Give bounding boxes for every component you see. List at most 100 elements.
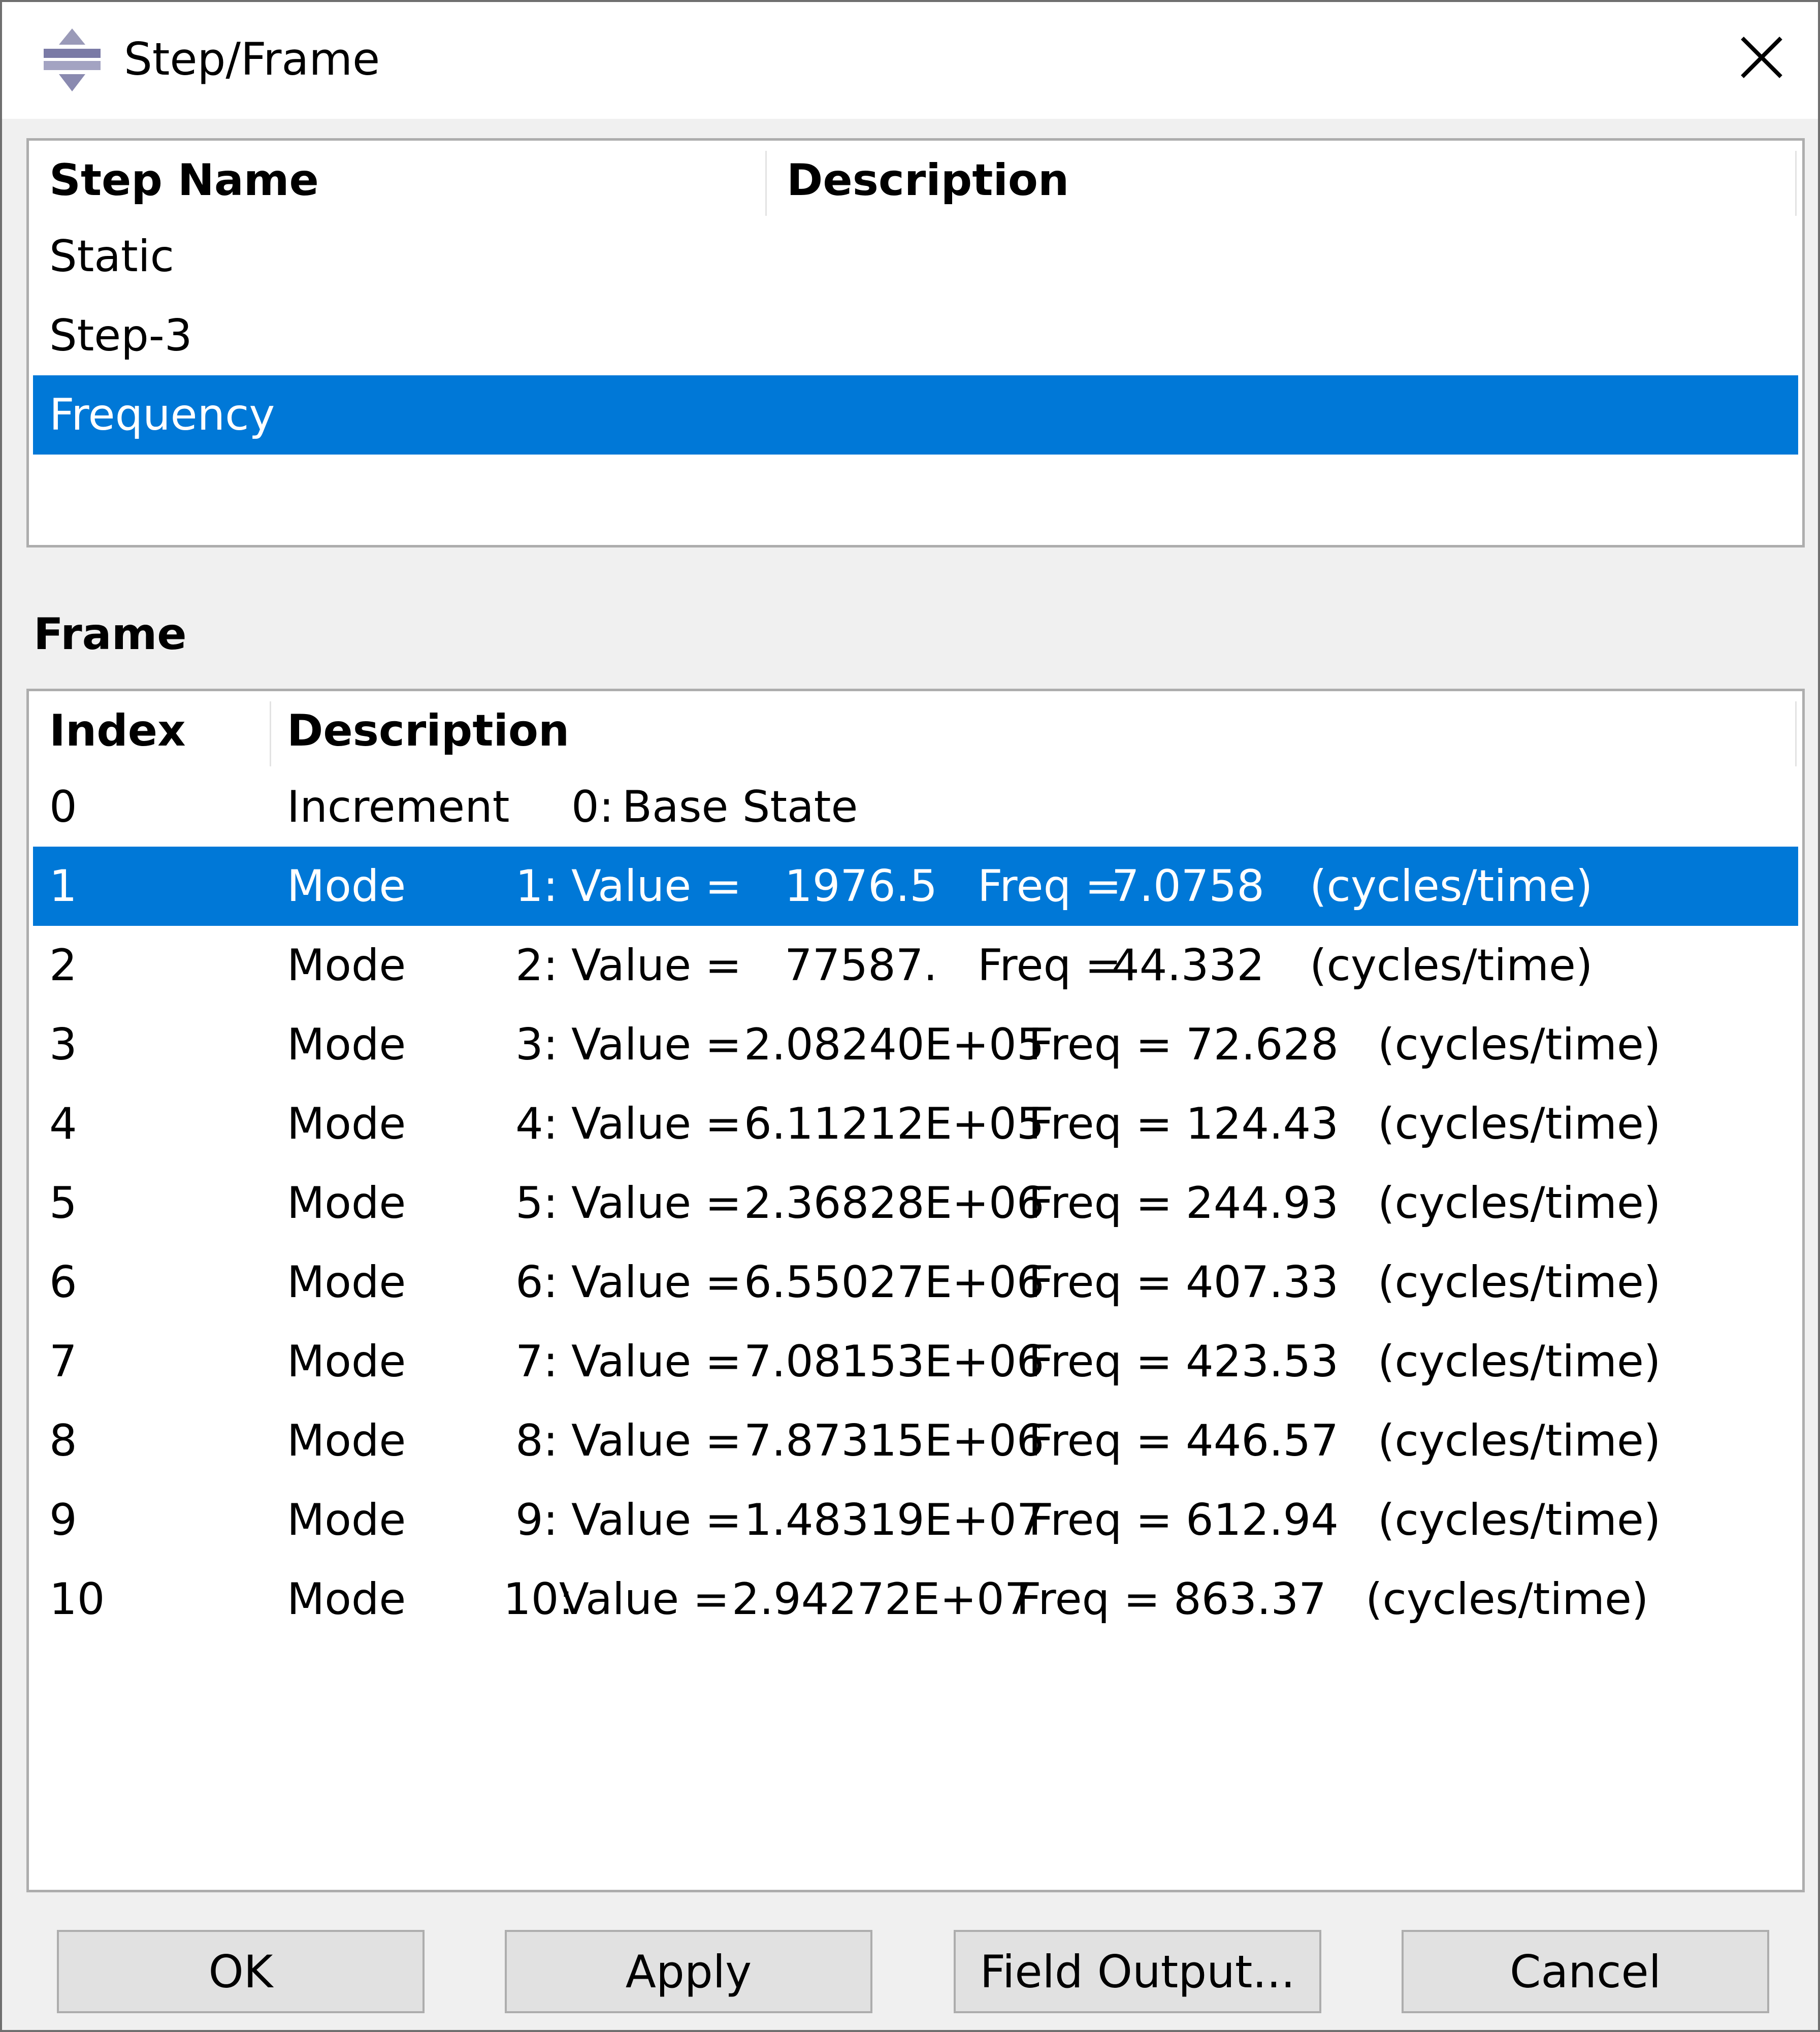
- frame-value-label: Value =: [559, 1574, 730, 1625]
- frame-freq-label: Freq =: [1016, 1574, 1160, 1625]
- frame-frequency: 612.94: [1186, 1495, 1339, 1545]
- frame-freq-label: Freq =: [1028, 1336, 1173, 1387]
- header-frame-description[interactable]: Description: [287, 705, 569, 756]
- frame-value-label: Value =: [571, 861, 742, 912]
- close-icon: [1741, 37, 1782, 78]
- frame-freq-label: Freq =: [978, 861, 1122, 912]
- frame-index: 8: [49, 1415, 77, 1466]
- frame-kind: Mode: [287, 1574, 406, 1625]
- frame-unit: (cycles/time): [1378, 1336, 1661, 1387]
- frame-eigenvalue: 6.55027E+06: [744, 1257, 1045, 1308]
- frame-mode-number: 5:: [515, 1178, 558, 1229]
- column-separator[interactable]: [1795, 701, 1797, 766]
- frame-mode-number: 6:: [515, 1257, 558, 1308]
- frame-eigenvalue: 7.08153E+06: [744, 1336, 1045, 1387]
- frame-eigenvalue: 1.48319E+07: [744, 1495, 1045, 1545]
- frame-row[interactable]: 2 Mode 2: Value = 77587. Freq = 44.332 (cycles/…: [33, 926, 1798, 1005]
- frame-unit: (cycles/time): [1378, 1415, 1661, 1466]
- frame-section-label: Frame: [34, 609, 187, 660]
- frame-row[interactable]: 9 Mode 9: Value = 1.48319E+07 Freq = 612.94 (cy…: [33, 1480, 1798, 1560]
- frame-mode-number: 2:: [515, 940, 558, 991]
- frame-unit: (cycles/time): [1378, 1495, 1661, 1545]
- frame-eigenvalue: 2.94272E+07: [732, 1574, 1032, 1625]
- frame-row[interactable]: 10 Mode 10: Value = 2.94272E+07 Freq = 863.37(…: [33, 1560, 1798, 1639]
- frame-eigenvalue: 77587.: [785, 940, 937, 991]
- frame-value-label: Value =: [571, 1099, 742, 1149]
- frame-unit: (cycles/time): [1310, 861, 1593, 912]
- frame-row[interactable]: 5 Mode 5: Value = 2.36828E+06 Freq = 244.93 (cy…: [33, 1164, 1798, 1243]
- frame-number: 0:: [571, 782, 614, 832]
- frame-value-label: Value =: [571, 1495, 742, 1545]
- step-name: Frequency: [49, 390, 275, 440]
- step-name: Step-3: [49, 310, 192, 361]
- frame-frequency: 124.43: [1186, 1099, 1339, 1149]
- frame-mode-number: 8:: [515, 1415, 558, 1466]
- step-list[interactable]: Step Name Description Static Step-3 Freque…: [26, 138, 1805, 547]
- close-button[interactable]: [1724, 24, 1800, 90]
- header-step-description[interactable]: Description: [787, 155, 1069, 206]
- frame-kind: Mode: [287, 1495, 406, 1545]
- frame-kind: Mode: [287, 861, 406, 912]
- header-step-name[interactable]: Step Name: [49, 155, 319, 206]
- column-separator[interactable]: [765, 151, 767, 216]
- frame-row[interactable]: 0 Increment 0: Base State: [33, 767, 1798, 847]
- frame-value-label: Value =: [571, 1336, 742, 1387]
- step-name: Static: [49, 231, 174, 282]
- field-output-button[interactable]: Field Output...: [954, 1930, 1321, 2013]
- frame-index: 1: [49, 861, 77, 912]
- frame-freq-label: Freq =: [1028, 1178, 1173, 1229]
- frame-eigenvalue: 2.36828E+06: [744, 1178, 1045, 1229]
- frame-value-label: Value =: [571, 1415, 742, 1466]
- frame-freq-label: Freq =: [1028, 1415, 1173, 1466]
- frame-kind: Increment: [287, 782, 510, 832]
- frame-value-label: Value =: [571, 1178, 742, 1229]
- column-separator[interactable]: [1795, 151, 1797, 216]
- frame-index: 10: [49, 1574, 105, 1625]
- cancel-button[interactable]: Cancel: [1402, 1930, 1769, 2013]
- frame-unit: (cycles/time): [1378, 1019, 1661, 1070]
- frame-row[interactable]: 4 Mode 4: Value = 6.11212E+05 Freq = 124.43 (cy…: [33, 1084, 1798, 1164]
- frame-freq-label: Freq =: [1028, 1495, 1173, 1545]
- frame-mode-number: 7:: [515, 1336, 558, 1387]
- frame-index: 0: [49, 782, 77, 832]
- frame-row[interactable]: 6 Mode 6: Value = 6.55027E+06 Freq = 407.33 (cy…: [33, 1243, 1798, 1322]
- frame-index: 5: [49, 1178, 77, 1229]
- ok-button[interactable]: OK: [57, 1930, 425, 2013]
- step-list-header: Step Name Description: [29, 141, 1802, 217]
- frame-row[interactable]: 7 Mode 7: Value = 7.08153E+06 Freq = 423.53 (cy…: [33, 1322, 1798, 1401]
- column-separator[interactable]: [270, 701, 271, 766]
- frame-index: 3: [49, 1019, 77, 1070]
- frame-mode-number: 1:: [515, 861, 558, 912]
- frame-mode-number: 3:: [515, 1019, 558, 1070]
- frame-frequency: 423.53: [1186, 1336, 1339, 1387]
- frame-kind: Mode: [287, 1336, 406, 1387]
- frame-freq-label: Freq =: [1028, 1019, 1173, 1070]
- frame-unit: (cycles/time): [1366, 1574, 1649, 1625]
- frame-list[interactable]: Index Description 0 Increment 0: Base State…: [26, 689, 1805, 1892]
- frame-freq-label: Freq =: [978, 940, 1122, 991]
- frame-row[interactable]: 3 Mode 3: Value = 2.08240E+05 Freq = 72.628 (cy…: [33, 1005, 1798, 1084]
- step-row-frequency[interactable]: Frequency: [33, 375, 1798, 455]
- window-title: Step/Frame: [124, 33, 380, 85]
- frame-eigenvalue: 1976.5: [785, 861, 937, 912]
- apply-button[interactable]: Apply: [505, 1930, 872, 2013]
- step-row-static[interactable]: Static: [33, 217, 1798, 296]
- frame-index: 4: [49, 1099, 77, 1149]
- frame-eigenvalue: 2.08240E+05: [744, 1019, 1045, 1070]
- frame-mode-number: 4:: [515, 1099, 558, 1149]
- frame-mode-number: 9:: [515, 1495, 558, 1545]
- frame-kind: Mode: [287, 1099, 406, 1149]
- frame-row[interactable]: 1 Mode 1: Value = 1976.5 Freq = 7.0758 (cycles/…: [33, 847, 1798, 926]
- step-row-step-3[interactable]: Step-3: [33, 296, 1798, 375]
- frame-frequency: 407.33: [1186, 1257, 1339, 1308]
- header-index[interactable]: Index: [49, 705, 186, 756]
- frame-index: 9: [49, 1495, 77, 1545]
- frame-frequency: 7.0758: [1112, 861, 1264, 912]
- frame-index: 6: [49, 1257, 77, 1308]
- frame-row[interactable]: 8 Mode 8: Value = 7.87315E+06 Freq = 446.57 (cy…: [33, 1401, 1798, 1480]
- step-frame-dialog: Step/Frame Step Name Description Static S…: [0, 0, 1820, 2032]
- frame-unit: (cycles/time): [1378, 1257, 1661, 1308]
- frame-list-header: Index Description: [29, 691, 1802, 767]
- frame-frequency: 44.332: [1112, 940, 1264, 991]
- frame-frequency: 863.37: [1174, 1574, 1326, 1625]
